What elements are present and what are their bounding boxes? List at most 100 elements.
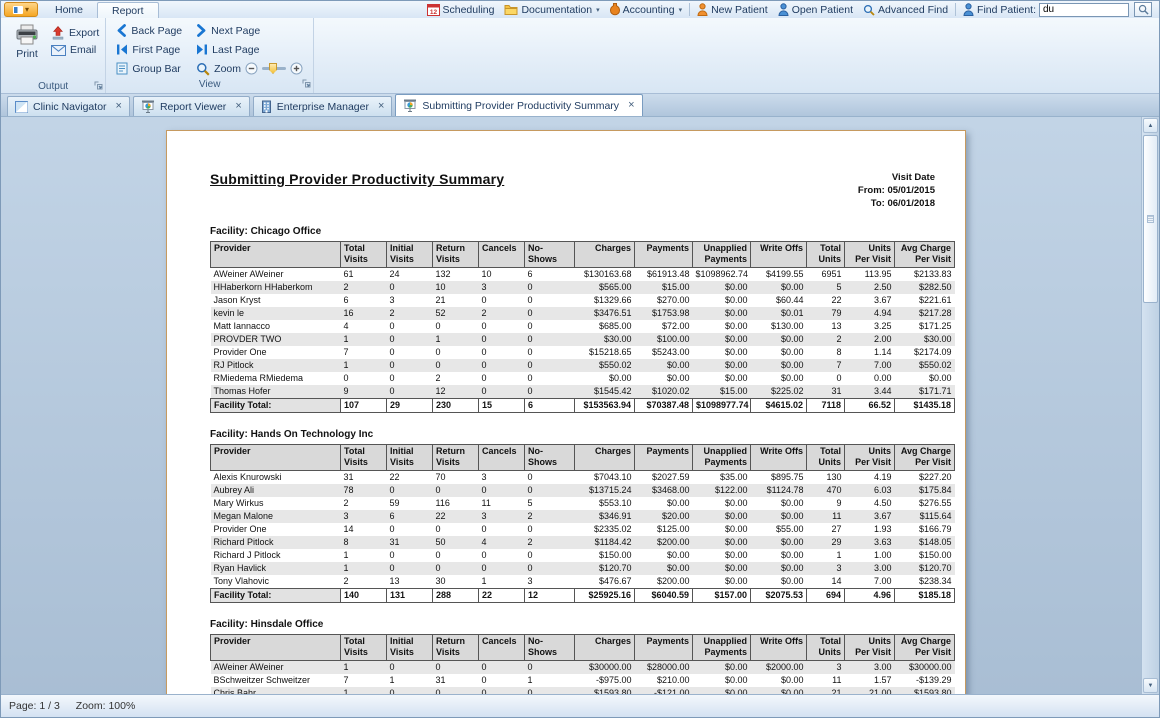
table-cell: 8 [807, 346, 845, 359]
table-cell: $238.34 [895, 575, 955, 589]
table-cell: $200.00 [635, 575, 693, 589]
table-cell: 0 [387, 484, 433, 497]
new-patient-button[interactable]: New Patient [692, 2, 773, 17]
table-cell: 7.00 [845, 359, 895, 372]
table-cell: 132 [433, 268, 479, 282]
app-menu-button[interactable]: ▾ [4, 2, 38, 17]
table-cell: 6.03 [845, 484, 895, 497]
scroll-down-icon[interactable]: ▼ [1143, 678, 1158, 693]
table-cell: 2 [479, 307, 525, 320]
column-header: Units Per Visit [845, 445, 895, 471]
table-cell: 470 [807, 484, 845, 497]
column-header: Payments [635, 635, 693, 661]
table-row: PROVDER TWO10100$30.00$100.00$0.00$0.002… [211, 333, 955, 346]
close-icon[interactable]: × [628, 100, 634, 111]
documentation-button[interactable]: Documentation ▾ [499, 2, 604, 17]
table-cell: 5 [525, 497, 575, 510]
table-cell: $1753.98 [635, 307, 693, 320]
table-cell: 29 [387, 399, 433, 413]
tab-home[interactable]: Home [41, 1, 97, 18]
table-cell: 31 [433, 674, 479, 687]
table-cell: $7043.10 [575, 471, 635, 485]
table-cell: $0.00 [693, 575, 751, 589]
table-cell: Matt Iannacco [211, 320, 341, 333]
first-page-button[interactable]: First Page [116, 41, 182, 58]
dialog-launcher-icon[interactable] [302, 79, 311, 88]
table-cell: $0.00 [693, 294, 751, 307]
close-icon[interactable]: × [378, 101, 384, 112]
tab-report[interactable]: Report [97, 2, 159, 18]
zoom-icon [196, 62, 210, 76]
find-patient-input[interactable] [1039, 3, 1129, 17]
table-cell: $1020.02 [635, 385, 693, 399]
scroll-up-icon[interactable]: ▲ [1143, 118, 1158, 133]
table-cell: $25925.16 [575, 589, 635, 603]
tab-submitting-provider-productivity-summary[interactable]: Submitting Provider Productivity Summary… [395, 94, 642, 116]
report-viewer-icon [403, 99, 417, 112]
table-cell: 0 [525, 320, 575, 333]
tab-clinic-navigator[interactable]: Clinic Navigator × [7, 96, 130, 116]
table-cell: $185.18 [895, 589, 955, 603]
open-patient-icon [778, 3, 789, 16]
table-cell: 0 [525, 661, 575, 675]
export-button[interactable]: Export [51, 26, 99, 40]
table-cell: $120.70 [575, 562, 635, 575]
zoom-in-button[interactable] [290, 62, 303, 75]
scrollbar-thumb[interactable] [1143, 135, 1158, 303]
table-cell: $61913.48 [635, 268, 693, 282]
tab-report-label: Report [112, 5, 144, 17]
last-page-button[interactable]: Last Page [196, 41, 303, 58]
tab-report-viewer[interactable]: Report Viewer × [133, 96, 250, 116]
table-cell: $60.44 [751, 294, 807, 307]
next-page-button[interactable]: Next Page [196, 22, 303, 39]
folder-icon [504, 4, 518, 15]
zoom-slider[interactable] [262, 67, 286, 70]
table-cell: 4 [479, 536, 525, 549]
vertical-scrollbar[interactable]: ▲ ▼ [1141, 117, 1159, 694]
provider-table: ProviderTotal VisitsInitial VisitsReturn… [210, 241, 955, 413]
close-icon[interactable]: × [235, 101, 241, 112]
table-cell: $0.00 [693, 346, 751, 359]
table-cell: $3476.51 [575, 307, 635, 320]
find-patient-label: Find Patient: [977, 4, 1036, 16]
group-bar-button[interactable]: Group Bar [116, 60, 182, 77]
scheduling-button[interactable]: 12 Scheduling [422, 2, 500, 17]
table-cell: $122.00 [693, 484, 751, 497]
table-cell: 0 [479, 687, 525, 694]
table-cell: RJ Pitlock [211, 359, 341, 372]
column-header: Initial Visits [387, 635, 433, 661]
table-cell: 3.67 [845, 294, 895, 307]
visit-date-label: Visit Date [858, 171, 935, 184]
close-icon[interactable]: × [116, 101, 122, 112]
table-cell: Provider One [211, 523, 341, 536]
table-cell: Chris Bahr [211, 687, 341, 694]
clinic-navigator-icon [15, 101, 28, 113]
advanced-find-button[interactable]: Advanced Find [858, 2, 953, 17]
table-cell: $0.00 [751, 372, 807, 385]
table-cell: 30 [433, 575, 479, 589]
dialog-launcher-icon[interactable] [94, 81, 103, 90]
scrollbar-grip [1147, 215, 1154, 223]
tab-enterprise-manager[interactable]: Enterprise Manager × [253, 96, 393, 116]
table-cell: $2133.83 [895, 268, 955, 282]
email-button[interactable]: Email [51, 44, 99, 56]
column-header: Charges [575, 635, 635, 661]
table-cell: 31 [341, 471, 387, 485]
print-button[interactable]: Print [7, 21, 47, 63]
find-patient-search-button[interactable] [1134, 2, 1152, 17]
table-cell: 0 [525, 333, 575, 346]
zoom-out-button[interactable] [245, 62, 258, 75]
table-cell: $4199.55 [751, 268, 807, 282]
facility-section: Facility: Hands On Technology Inc Provid… [210, 429, 935, 603]
back-page-button[interactable]: Back Page [116, 22, 182, 39]
accounting-button[interactable]: Accounting ▾ [605, 2, 687, 17]
open-patient-label: Open Patient [792, 4, 853, 16]
page-indicator: Page: 1 / 3 [9, 700, 60, 712]
table-cell: 13 [807, 320, 845, 333]
table-cell: 3 [479, 281, 525, 294]
open-patient-button[interactable]: Open Patient [773, 2, 858, 17]
new-patient-label: New Patient [711, 4, 768, 16]
zoom-slider-thumb[interactable] [269, 63, 277, 74]
visit-date-block: Visit Date From: 05/01/2015 To: 06/01/20… [858, 171, 935, 210]
table-cell: 1 [341, 687, 387, 694]
